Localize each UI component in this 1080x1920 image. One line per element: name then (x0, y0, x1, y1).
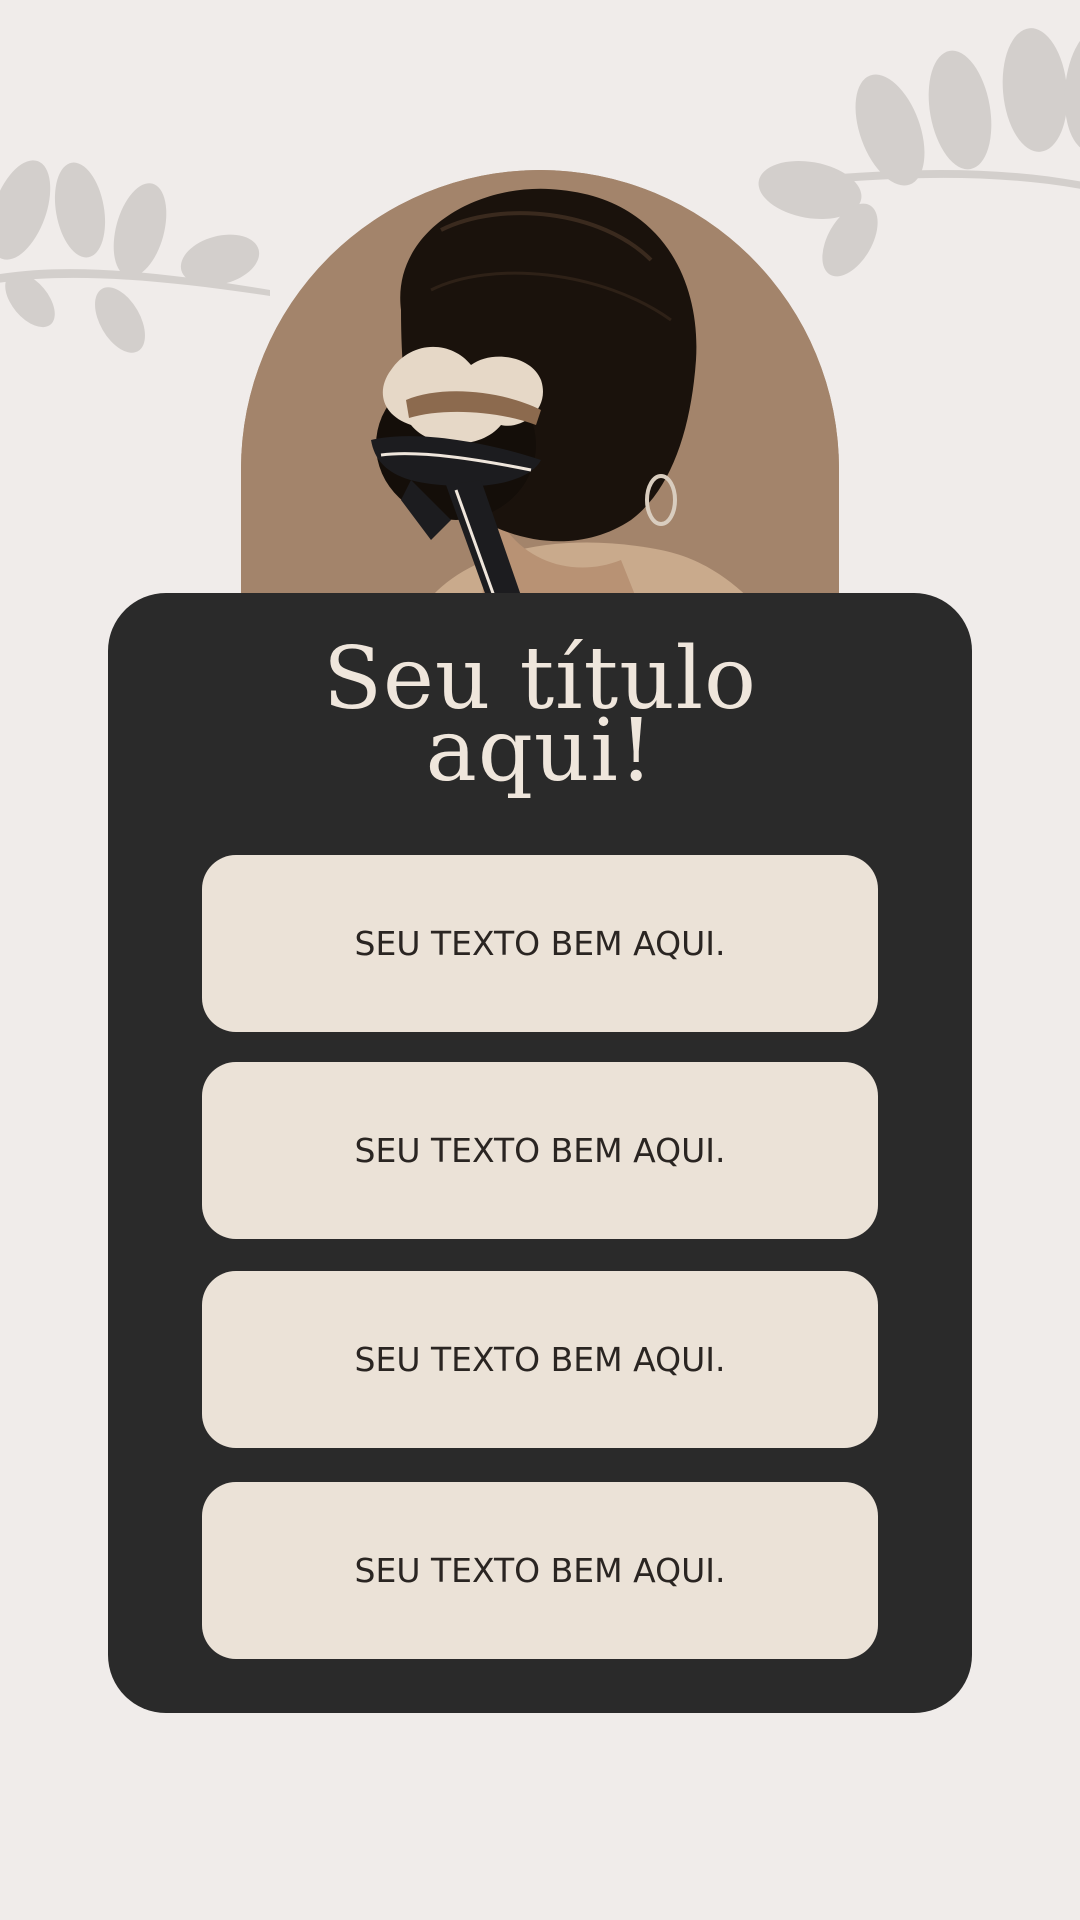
text-box-1[interactable]: SEU TEXTO BEM AQUI. (202, 855, 878, 1032)
text-box-3[interactable]: SEU TEXTO BEM AQUI. (202, 1271, 878, 1448)
page-title: Seu título aqui! (108, 636, 972, 801)
content-card: Seu título aqui! SEU TEXTO BEM AQUI. SEU… (108, 593, 972, 1713)
text-box-4[interactable]: SEU TEXTO BEM AQUI. (202, 1482, 878, 1659)
hair-scarf-photo (241, 170, 839, 610)
text-box-2[interactable]: SEU TEXTO BEM AQUI. (202, 1062, 878, 1239)
story-page: Seu título aqui! SEU TEXTO BEM AQUI. SEU… (0, 0, 1080, 1920)
leaf-branch-icon (0, 160, 270, 353)
photo-illustration (241, 170, 839, 610)
title-line-2: aqui! (425, 701, 655, 801)
text-box-list: SEU TEXTO BEM AQUI. SEU TEXTO BEM AQUI. … (202, 855, 878, 1659)
leaf-branch-icon (758, 28, 1080, 277)
